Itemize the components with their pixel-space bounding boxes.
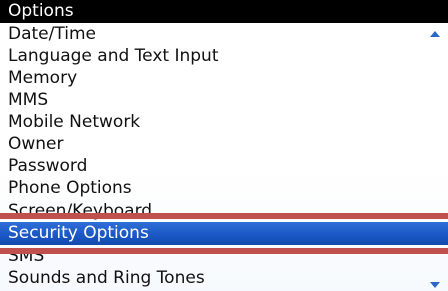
list-item-memory[interactable]: Memory [0,67,448,90]
list-item-security-options[interactable]: Security Options [0,222,448,245]
list-item-phone-options[interactable]: Phone Options [0,177,448,200]
options-list[interactable]: Date/Time Language and Text Input Memory… [0,23,448,291]
list-item-screen-keyboard[interactable]: Screen/Keyboard [0,200,448,223]
list-item-language-text-input[interactable]: Language and Text Input [0,45,448,68]
screen-title: Options [8,1,74,21]
scroll-down-arrow-icon[interactable] [430,282,440,288]
scroll-up-arrow-icon[interactable] [430,31,440,37]
selection-highlight-bottom-band [0,248,448,254]
selection-highlight-top-band [0,213,448,219]
screen-title-bar: Options [0,0,448,23]
list-item-date-time[interactable]: Date/Time [0,23,448,46]
list-item-password[interactable]: Password [0,155,448,178]
list-item-mms[interactable]: MMS [0,89,448,112]
list-item-owner[interactable]: Owner [0,133,448,156]
list-item-sounds-ring-tones[interactable]: Sounds and Ring Tones [0,267,448,290]
list-item-mobile-network[interactable]: Mobile Network [0,111,448,134]
